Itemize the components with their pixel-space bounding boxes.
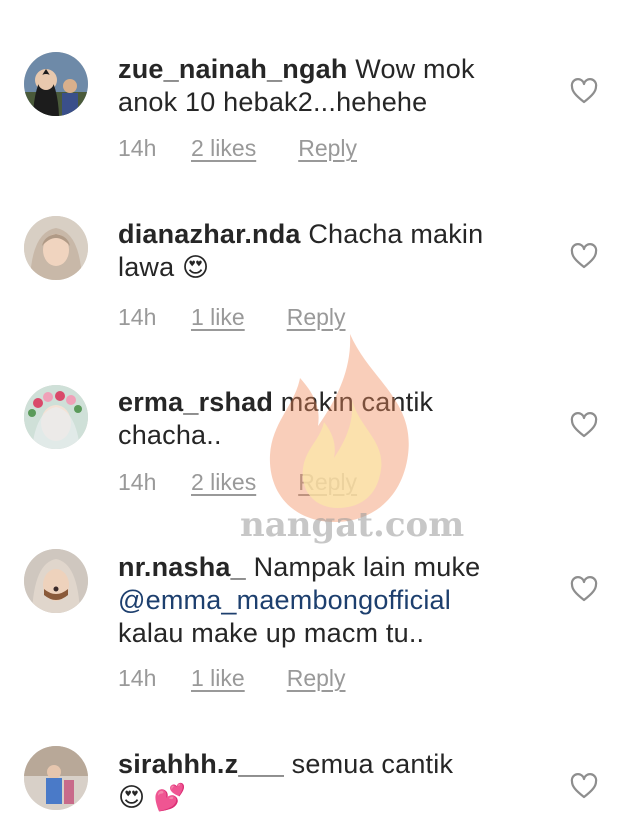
avatar[interactable] bbox=[24, 216, 88, 280]
comment-meta: 14h 1 like Reply bbox=[118, 302, 346, 332]
heart-eyes-emoji: 😍 bbox=[182, 253, 210, 283]
comment-time: 14h bbox=[118, 469, 157, 495]
avatar[interactable] bbox=[24, 385, 88, 449]
comment-time: 14h bbox=[118, 665, 157, 691]
heart-icon[interactable] bbox=[570, 78, 598, 104]
heart-eyes-emoji: 😍 💕 bbox=[118, 783, 187, 813]
avatar[interactable] bbox=[24, 549, 88, 613]
comment-username[interactable]: zue_nainah_ngah bbox=[118, 54, 348, 84]
comment-body: Nampak lain muke bbox=[245, 552, 481, 582]
comment-text: nr.nasha_ Nampak lain muke @emma_maembon… bbox=[118, 551, 528, 650]
comment-body-line3: kalau make up macm tu.. bbox=[118, 618, 425, 648]
comment-username[interactable]: nr.nasha_ bbox=[118, 552, 246, 582]
heart-icon[interactable] bbox=[570, 412, 598, 438]
reply-link[interactable]: Reply bbox=[287, 302, 346, 332]
comment-body-line2: anok 10 hebak2...hehehe bbox=[118, 87, 428, 117]
reply-link[interactable]: Reply bbox=[298, 133, 357, 163]
comment-body: Wow mok bbox=[347, 54, 475, 84]
heart-icon[interactable] bbox=[570, 243, 598, 269]
likes-link[interactable]: 2 likes bbox=[191, 467, 256, 497]
comment-text: sirahhh.z___ semua cantik 😍 💕 bbox=[118, 748, 528, 815]
watermark-text: nangat.com bbox=[240, 505, 465, 545]
comment-body: Chacha makin bbox=[300, 219, 484, 249]
reply-link[interactable]: Reply bbox=[287, 663, 346, 693]
comment-time: 14h bbox=[118, 135, 157, 161]
comment-meta: 14h 2 likes Reply bbox=[118, 133, 357, 163]
comment-text: dianazhar.nda Chacha makin lawa 😍 bbox=[118, 218, 528, 285]
comment-body: makin cantik bbox=[273, 387, 434, 417]
avatar[interactable] bbox=[24, 52, 88, 116]
comment-username[interactable]: erma_rshad bbox=[118, 387, 273, 417]
comment-username[interactable]: sirahhh.z___ bbox=[118, 749, 284, 779]
comment-meta: 14h 2 likes Reply bbox=[118, 467, 357, 497]
comment-body-line2: lawa bbox=[118, 252, 183, 282]
reply-link[interactable]: Reply bbox=[298, 467, 357, 497]
comment-username[interactable]: dianazhar.nda bbox=[118, 219, 301, 249]
mention-link[interactable]: @emma_maembongofficial bbox=[118, 585, 451, 615]
comment-text: erma_rshad makin cantik chacha.. bbox=[118, 386, 528, 452]
heart-icon[interactable] bbox=[570, 576, 598, 602]
comment-time: 14h bbox=[118, 304, 157, 330]
comment-body: semua cantik bbox=[283, 749, 454, 779]
avatar[interactable] bbox=[24, 746, 88, 810]
comment-text: zue_nainah_ngah Wow mok anok 10 hebak2..… bbox=[118, 53, 528, 119]
likes-link[interactable]: 1 like bbox=[191, 663, 245, 693]
comment-meta: 14h 1 like Reply bbox=[118, 663, 346, 693]
comment-body-line2: chacha.. bbox=[118, 420, 222, 450]
likes-link[interactable]: 1 like bbox=[191, 302, 245, 332]
likes-link[interactable]: 2 likes bbox=[191, 133, 256, 163]
heart-icon[interactable] bbox=[570, 773, 598, 799]
